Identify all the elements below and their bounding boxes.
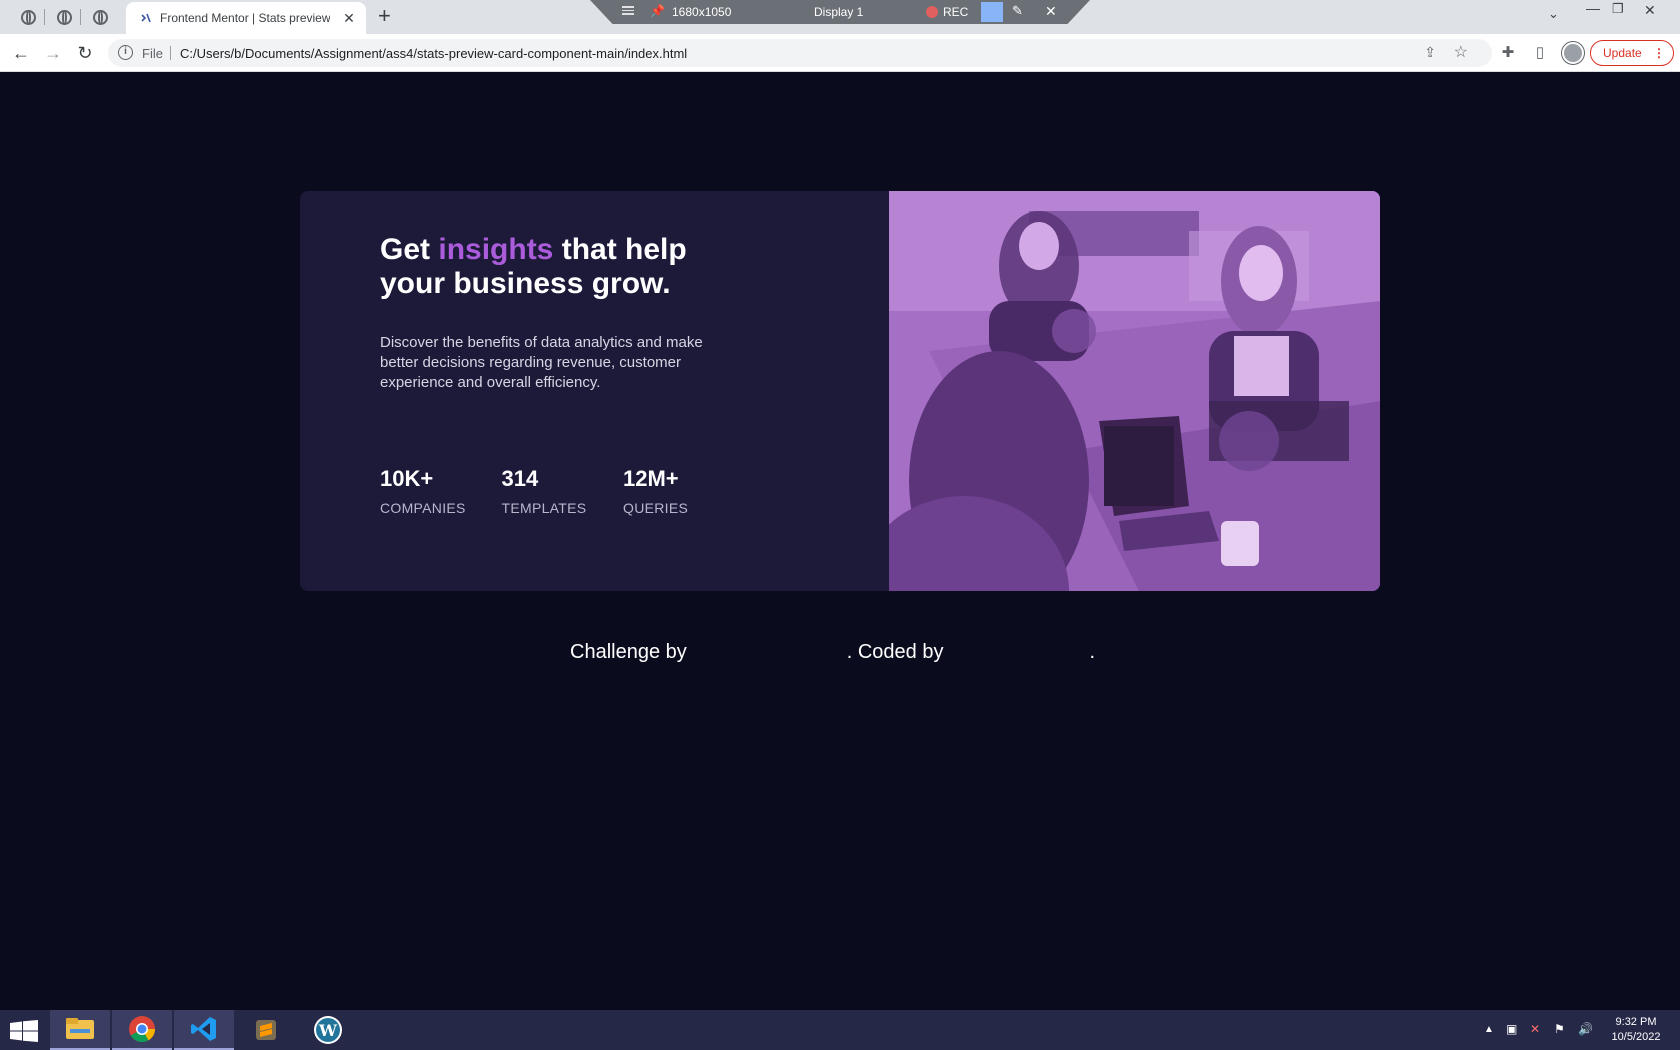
tray-overflow-chevron-icon[interactable]: ▲ bbox=[1484, 1024, 1494, 1035]
action-flag-icon[interactable]: ⚑ bbox=[1554, 1022, 1565, 1036]
recorder-status[interactable]: REC bbox=[943, 5, 968, 19]
address-bar[interactable]: i File C:/Users/b/Documents/Assignment/a… bbox=[108, 39, 1492, 67]
info-icon[interactable]: i bbox=[118, 45, 133, 60]
pen-icon[interactable]: ✎ bbox=[1012, 3, 1023, 19]
more-menu-icon[interactable]: ⋮ bbox=[1653, 41, 1665, 65]
sublime-text-app-icon[interactable] bbox=[236, 1010, 296, 1050]
office-workers-photo bbox=[889, 191, 1380, 591]
wordpress-app-icon[interactable]: W bbox=[298, 1010, 358, 1050]
stat-templates: 314 TEMPLATES bbox=[501, 466, 624, 517]
clock-date: 10/5/2022 bbox=[1611, 1031, 1661, 1043]
reload-icon[interactable]: ↻ bbox=[74, 42, 96, 64]
tab-close-icon[interactable]: ✕ bbox=[340, 9, 358, 27]
page-viewport: Get insights that help your business gro… bbox=[0, 72, 1680, 1010]
tray-device-icon[interactable]: ▣ bbox=[1506, 1022, 1517, 1036]
new-tab-button[interactable]: + bbox=[378, 5, 391, 27]
stats-preview-card: Get insights that help your business gro… bbox=[300, 191, 1380, 591]
recorder-display[interactable]: Display 1 bbox=[814, 5, 863, 19]
update-label: Update bbox=[1603, 46, 1642, 60]
attribution-coded: . Coded by bbox=[846, 641, 944, 663]
stat-queries: 12M+ QUERIES bbox=[623, 466, 745, 517]
network-error-icon[interactable]: ✕ bbox=[1530, 1022, 1540, 1036]
share-icon[interactable]: ⇪ bbox=[1424, 44, 1436, 61]
headline-accent: insights bbox=[438, 233, 554, 266]
tab-globe-icon[interactable] bbox=[18, 7, 38, 27]
tab-search-chevron-icon[interactable]: ⌄ bbox=[1548, 6, 1559, 22]
card-text-column: Get insights that help your business gro… bbox=[380, 233, 720, 393]
bookmark-star-icon[interactable]: ☆ bbox=[1454, 42, 1468, 62]
card-description: Discover the benefits of data analytics … bbox=[380, 334, 703, 391]
vscode-app-icon[interactable] bbox=[174, 1010, 234, 1050]
profile-avatar-icon[interactable] bbox=[1562, 42, 1584, 64]
tab-strip: Frontend Mentor | Stats preview ✕ + 📌 16… bbox=[0, 0, 1680, 34]
recorder-close-icon[interactable]: ✕ bbox=[1045, 3, 1057, 20]
screen-recorder-bar: 📌 1680x1050 Display 1 REC ✎ ✕ bbox=[590, 0, 1090, 24]
tab-globe-icon[interactable] bbox=[54, 7, 74, 27]
side-panel-icon[interactable]: ▯ bbox=[1530, 43, 1550, 63]
active-tab[interactable]: Frontend Mentor | Stats preview ✕ bbox=[126, 2, 366, 34]
tab-separator bbox=[80, 9, 81, 25]
chrome-app-icon[interactable] bbox=[112, 1010, 172, 1050]
minimize-icon[interactable]: — bbox=[1586, 0, 1600, 16]
record-dot-icon bbox=[926, 6, 938, 18]
stat-companies: 10K+ COMPANIES bbox=[380, 466, 502, 517]
volume-icon[interactable]: 🔊 bbox=[1578, 1022, 1593, 1036]
windows-taskbar: W ▲ ▣ ✕ ⚑ 🔊 9:32 PM 10/5/2022 bbox=[0, 1010, 1680, 1050]
back-arrow-icon[interactable]: ← bbox=[10, 42, 32, 64]
attribution-challenge: Challenge by bbox=[570, 641, 687, 663]
stat-label: TEMPLATES bbox=[501, 500, 587, 516]
stat-value: 12M+ bbox=[623, 466, 679, 491]
tab-globe-icon[interactable] bbox=[90, 7, 110, 27]
stat-label: COMPANIES bbox=[380, 500, 466, 516]
restore-icon[interactable]: ❐ bbox=[1612, 1, 1624, 17]
camera-icon[interactable] bbox=[981, 2, 1003, 22]
card-header-image bbox=[889, 191, 1380, 591]
frontend-mentor-favicon-icon bbox=[141, 13, 151, 23]
card-headline: Get insights that help your business gro… bbox=[380, 233, 720, 301]
stats-row: 10K+ COMPANIES 314 TEMPLATES 12M+ QUERIE… bbox=[380, 466, 745, 517]
window-close-icon[interactable]: ✕ bbox=[1644, 2, 1656, 19]
browser-toolbar: ← → ↻ i File C:/Users/b/Documents/Assign… bbox=[0, 34, 1680, 72]
pin-icon[interactable]: 📌 bbox=[650, 4, 665, 18]
recorder-resolution: 1680x1050 bbox=[672, 5, 732, 19]
attribution: Challenge by . Coded by. bbox=[570, 641, 1095, 664]
extensions-puzzle-icon[interactable]: ✚ bbox=[1498, 43, 1518, 63]
clock-time: 9:32 PM bbox=[1615, 1016, 1657, 1028]
url-text[interactable]: C:/Users/b/Documents/Assignment/ass4/sta… bbox=[180, 46, 687, 61]
headline-start: Get bbox=[380, 233, 439, 266]
forward-arrow-icon[interactable]: → bbox=[42, 42, 64, 64]
menu-icon[interactable] bbox=[622, 4, 634, 16]
address-divider bbox=[170, 46, 171, 60]
system-clock[interactable]: 9:32 PM 10/5/2022 bbox=[1600, 1015, 1672, 1045]
tab-title: Frontend Mentor | Stats preview bbox=[160, 11, 330, 25]
attribution-end: . bbox=[1089, 641, 1096, 663]
stat-value: 314 bbox=[501, 466, 539, 491]
stat-label: QUERIES bbox=[623, 500, 689, 516]
stat-value: 10K+ bbox=[380, 466, 434, 491]
svg-text:W: W bbox=[318, 1021, 338, 1040]
windows-start-icon[interactable] bbox=[10, 1020, 38, 1042]
address-file-label: File bbox=[142, 46, 163, 61]
tab-separator bbox=[44, 9, 45, 25]
update-button[interactable]: Update ⋮ bbox=[1590, 40, 1674, 66]
file-explorer-app-icon[interactable] bbox=[50, 1010, 110, 1050]
